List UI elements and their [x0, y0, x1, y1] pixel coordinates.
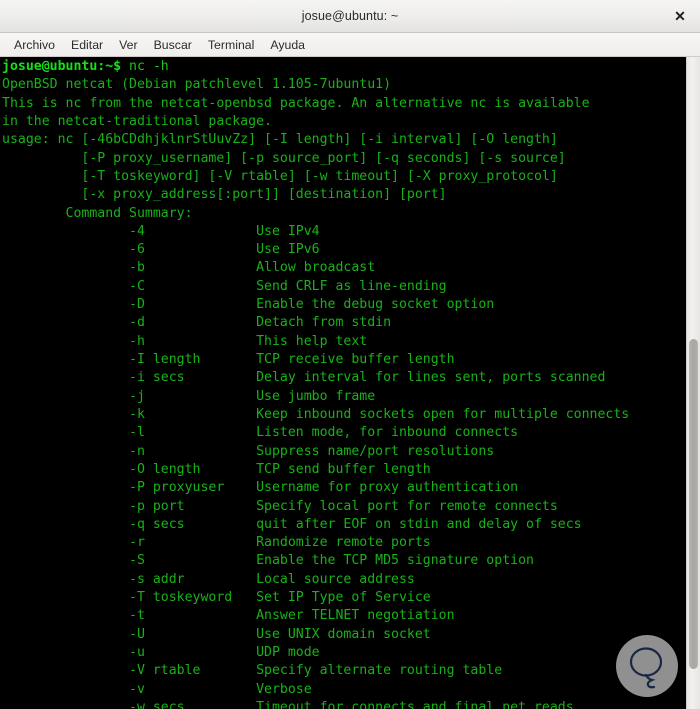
- terminal-line: usage: nc [-46bCDdhjklnrStUuvZz] [-I len…: [2, 132, 558, 148]
- terminal-line: -j Use jumbo frame: [2, 388, 376, 404]
- terminal-line: -C Send CRLF as line-ending: [2, 278, 447, 294]
- terminal-line: -V rtable Specify alternate routing tabl…: [2, 663, 503, 679]
- terminal-line: in the netcat-traditional package.: [2, 113, 272, 129]
- menu-bar: Archivo Editar Ver Buscar Terminal Ayuda: [0, 33, 700, 57]
- terminal-line: -T toskeyword Set IP Type of Service: [2, 590, 431, 606]
- terminal-line: -p port Specify local port for remote co…: [2, 498, 558, 514]
- terminal-line: -I length TCP receive buffer length: [2, 352, 455, 367]
- terminal-line: -k Keep inbound sockets open for multipl…: [2, 406, 630, 422]
- terminal-output: josue@ubuntu:~$ nc -h OpenBSD netcat (Deb…: [2, 58, 686, 709]
- terminal-line: Command Summary:: [2, 205, 193, 221]
- terminal-line: -i secs Delay interval for lines sent, p…: [2, 370, 606, 386]
- terminal-line: -q secs quit after EOF on stdin and dela…: [2, 516, 582, 532]
- terminal-line-prompt: josue@ubuntu:~$ nc -h: [2, 58, 686, 76]
- terminal-line: -s addr Local source address: [2, 571, 415, 587]
- terminal-line: [-T toskeyword] [-V rtable] [-w timeout]…: [2, 168, 558, 184]
- menu-item-ayuda[interactable]: Ayuda: [262, 36, 313, 54]
- terminal-line: -S Enable the TCP MD5 signature option: [2, 553, 534, 569]
- terminal-line: -4 Use IPv4: [2, 223, 320, 239]
- menu-item-buscar[interactable]: Buscar: [146, 36, 200, 54]
- terminal-line: -d Detach from stdin: [2, 315, 392, 331]
- menu-item-ver[interactable]: Ver: [111, 36, 145, 54]
- title-bar: josue@ubuntu: ~ ✕: [0, 0, 700, 33]
- terminal-line: -l Listen mode, for inbound connects: [2, 425, 519, 441]
- terminal-window: josue@ubuntu: ~ ✕ Archivo Editar Ver Bus…: [0, 0, 700, 709]
- terminal-line: -U Use UNIX domain socket: [2, 626, 431, 642]
- terminal-line: -r Randomize remote ports: [2, 535, 431, 551]
- terminal-screen[interactable]: josue@ubuntu:~$ nc -h OpenBSD netcat (Deb…: [0, 57, 686, 709]
- terminal-line: [-x proxy_address[:port]] [destination] …: [2, 187, 447, 203]
- terminal-line: -O length TCP send buffer length: [2, 461, 431, 477]
- terminal-scrollbar[interactable]: [686, 57, 700, 709]
- terminal-line: -P proxyuser Username for proxy authenti…: [2, 480, 519, 496]
- menu-item-terminal[interactable]: Terminal: [200, 36, 262, 54]
- terminal-line: -b Allow broadcast: [2, 260, 376, 276]
- terminal-area: josue@ubuntu:~$ nc -h OpenBSD netcat (Deb…: [0, 57, 700, 709]
- window-title: josue@ubuntu: ~: [301, 9, 399, 23]
- shell-prompt: josue@ubuntu:~$: [2, 59, 122, 74]
- menu-item-editar[interactable]: Editar: [63, 36, 111, 54]
- terminal-line: -v Verbose: [2, 681, 312, 697]
- shell-command: nc -h: [121, 59, 169, 74]
- terminal-line: -6 Use IPv6: [2, 242, 320, 258]
- terminal-line: -t Answer TELNET negotiation: [2, 608, 455, 624]
- terminal-line: This is nc from the netcat-openbsd packa…: [2, 95, 590, 111]
- terminal-line: -u UDP mode: [2, 645, 320, 660]
- terminal-line: -w secs Timeout for connects and final n…: [2, 699, 574, 709]
- menu-item-archivo[interactable]: Archivo: [6, 36, 63, 54]
- terminal-line: -h This help text: [2, 333, 368, 349]
- scrollbar-thumb[interactable]: [689, 339, 698, 669]
- terminal-line: OpenBSD netcat (Debian patchlevel 1.105-…: [2, 77, 392, 93]
- terminal-line: -n Suppress name/port resolutions: [2, 443, 495, 459]
- terminal-line: [-P proxy_username] [-p source_port] [-q…: [2, 150, 566, 166]
- close-icon[interactable]: ✕: [668, 4, 692, 28]
- terminal-line: -D Enable the debug socket option: [2, 297, 495, 313]
